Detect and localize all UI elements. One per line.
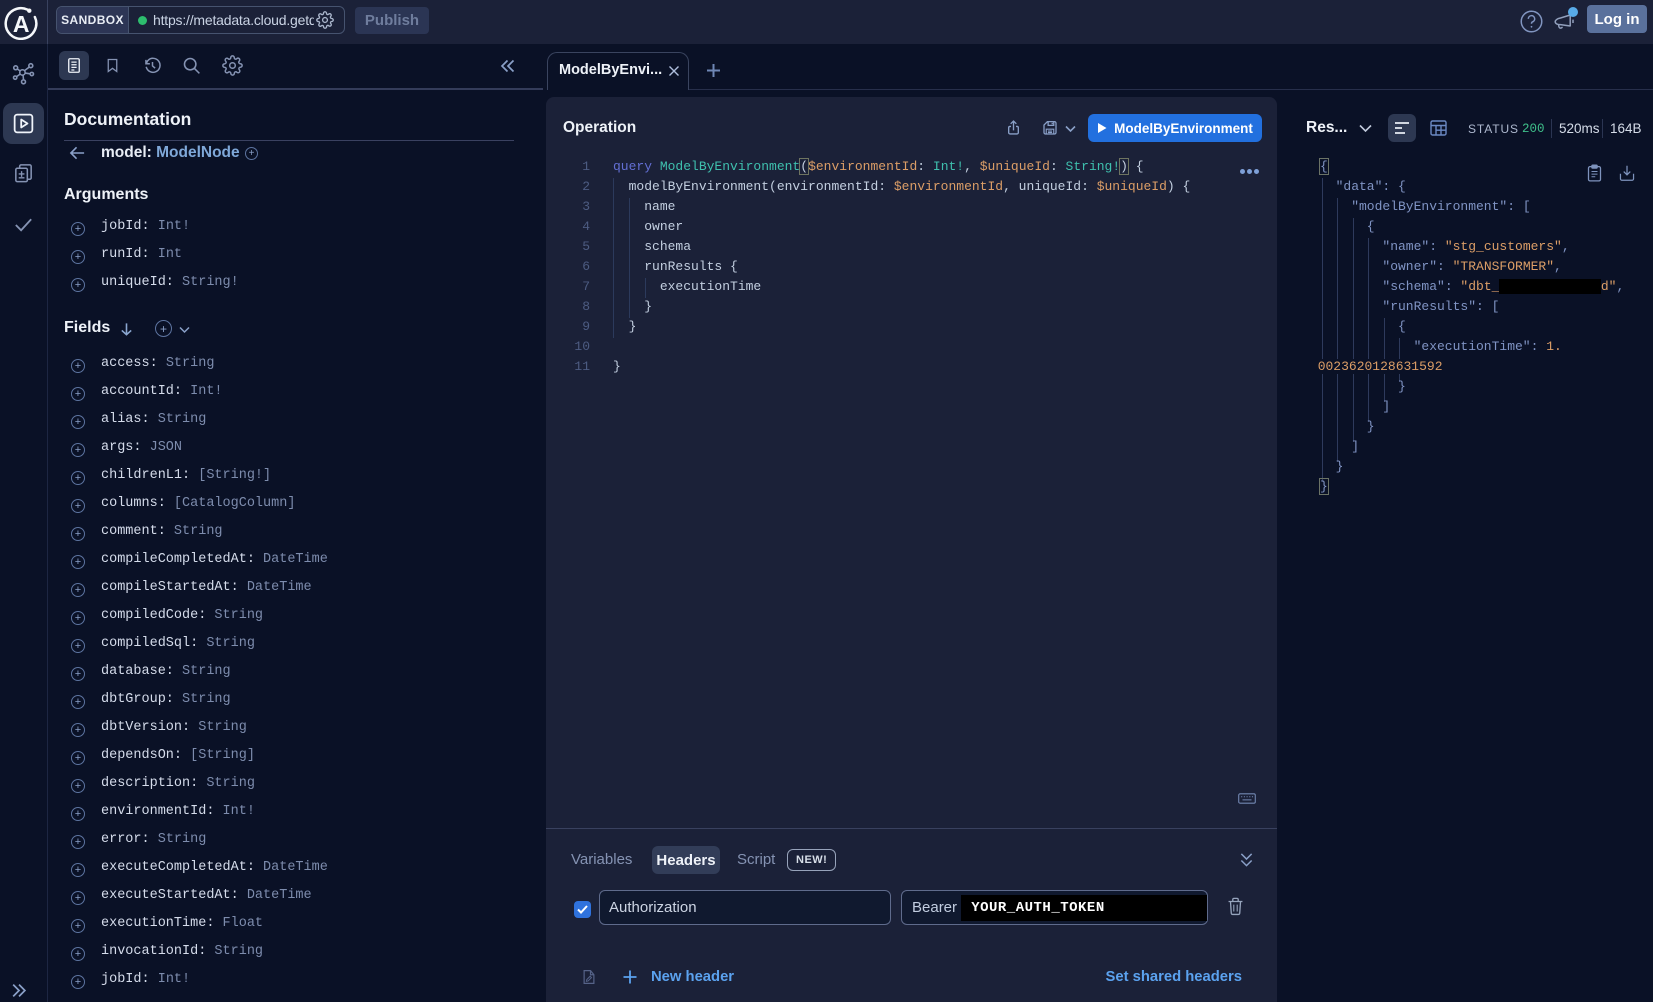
svg-text:A: A — [13, 11, 30, 37]
